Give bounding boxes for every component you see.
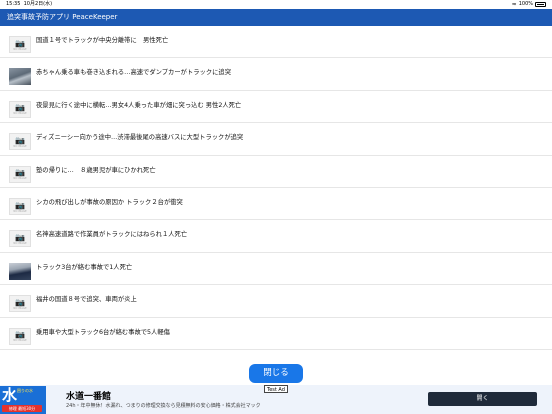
ad-logo-small: 困りの水 — [17, 388, 33, 393]
no-image-icon: 📷 NO IMAGE — [9, 36, 31, 53]
list-item[interactable]: 📷 NO IMAGE ディズニーシー向かう途中…渋滞最後尾の高速バスに大型トラック… — [0, 123, 552, 156]
test-ad-label: Test Ad — [264, 385, 288, 393]
list-item[interactable]: トラック3台が絡む事故で1人死亡 — [0, 253, 552, 286]
page-title: 追突事故予防アプリ PeaceKeeper — [7, 13, 118, 21]
no-image-icon: 📷 NO IMAGE — [9, 295, 31, 313]
no-image-icon: 📷 NO IMAGE — [9, 100, 31, 118]
list-item-title: シカの飛び出しが事故の原因か トラック２台が衝突 — [36, 199, 183, 206]
list-item-title: 夜景見に行く途中に横転…男女4人乗った車が畑に突っ込む 男性2人死亡 — [36, 101, 242, 109]
status-time: 15:35 10月2日(水) — [6, 1, 53, 7]
list-item-title: 塾の帰りに… ８歳男児が車にひかれ死亡 — [36, 166, 156, 174]
list-item-title: 名神高速道路で作業員がトラックにはねられ１人死亡 — [36, 231, 188, 239]
list-item-title: 赤ちゃん乗る車も巻き込まれる…高速でダンプカーがトラックに追突 — [36, 69, 232, 77]
header-bar: 追突事故予防アプリ PeaceKeeper — [0, 9, 552, 26]
ad-title[interactable]: 水道一番館 — [66, 389, 111, 402]
list-item-title: 国道１号でトラックが中央分離帯に 男性死亡 — [36, 37, 169, 44]
no-image-icon: 📷 NO IMAGE — [9, 327, 31, 345]
list-item-title: 福井の国道８号で追突、車両が炎上 — [36, 296, 137, 304]
list-item[interactable]: 📷 NO IMAGE 塾の帰りに… ８歳男児が車にひかれ死亡 — [0, 156, 552, 188]
ad-description: 24h・年中無休！水漏れ、つまりの修理交換なら見積無料の安心価格・株式会社マック — [66, 403, 261, 409]
status-bar: 15:35 10月2日(水) ≈ 100% — [0, 0, 552, 9]
no-image-icon: 📷 NO IMAGE — [9, 165, 31, 183]
ad-logo-badge: 修理 最短30分 — [2, 405, 42, 412]
list-item[interactable]: 赤ちゃん乗る車も巻き込まれる…高速でダンプカーがトラックに追突 — [0, 58, 552, 91]
list-item[interactable]: 📷 NO IMAGE 国道１号でトラックが中央分離帯に 男性死亡 — [0, 26, 552, 59]
no-image-icon: 📷 NO IMAGE — [9, 133, 31, 151]
list-item[interactable]: 📷 NO IMAGE 名神高速道路で作業員がトラックにはねられ１人死亡 — [0, 220, 552, 253]
list-item[interactable]: 📷 NO IMAGE 乗用車や大型トラック6台が絡む事故で5人軽傷 — [0, 318, 552, 350]
ad-logo-kanji: 水 — [2, 386, 18, 404]
no-image-icon: 📷 NO IMAGE — [9, 230, 31, 248]
close-button[interactable]: 閉じる — [249, 364, 303, 383]
list-item[interactable]: 📷 NO IMAGE シカの飛び出しが事故の原因か トラック２台が衝突 — [0, 188, 552, 221]
ad-logo[interactable]: 水 困りの水 修理 最短30分 — [0, 386, 46, 414]
thumbnail-image — [9, 262, 31, 280]
thumbnail-image — [9, 68, 31, 86]
no-image-icon: 📷 NO IMAGE — [9, 198, 31, 215]
wifi-icon: ≈ — [511, 1, 517, 8]
list-item-title: ディズニーシー向かう途中…渋滞最後尾の高速バスに大型トラックが追突 — [36, 134, 244, 142]
list-item[interactable]: 📷 NO IMAGE 福井の国道８号で追突、車両が炎上 — [0, 285, 552, 318]
list-item-title: 乗用車や大型トラック6台が絡む事故で5人軽傷 — [36, 328, 170, 336]
battery-percent: 100% — [518, 1, 533, 7]
battery-icon — [535, 2, 546, 7]
list-item[interactable]: 📷 NO IMAGE 夜景見に行く途中に横転…男女4人乗った車が畑に突っ込む 男性… — [0, 91, 552, 124]
ad-open-button[interactable]: 開く — [428, 392, 537, 406]
status-right: ≈ 100% — [512, 0, 546, 9]
list-item-title: トラック3台が絡む事故で1人死亡 — [36, 263, 133, 271]
